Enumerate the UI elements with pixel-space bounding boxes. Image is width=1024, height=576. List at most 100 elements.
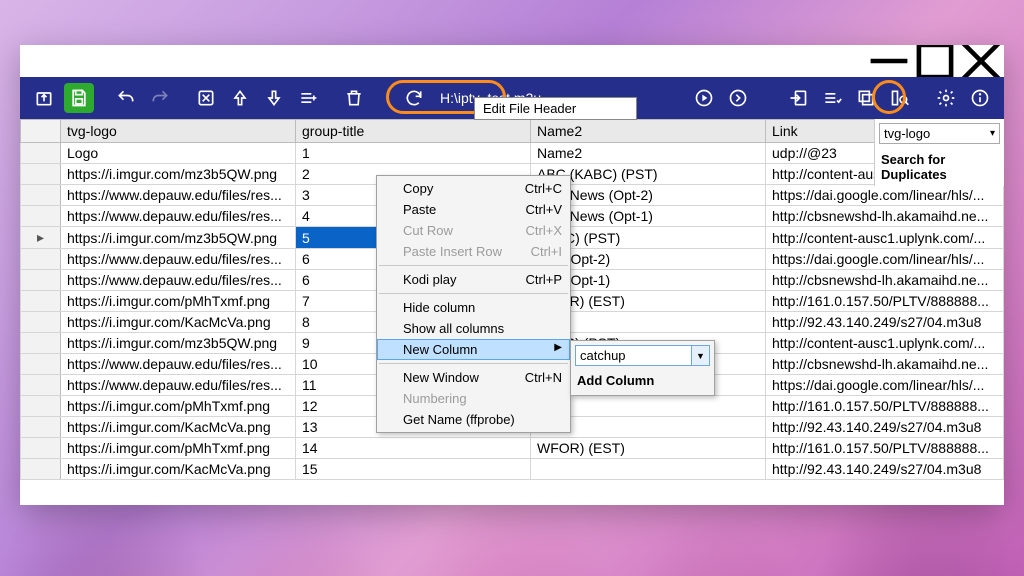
- edit-file-header-tooltip[interactable]: Edit File Header: [474, 97, 637, 120]
- cell-link[interactable]: https://dai.google.com/linear/hls/...: [766, 185, 1004, 206]
- cell-tvglogo[interactable]: https://i.imgur.com/KacMcVa.png: [61, 459, 296, 480]
- row-marker: [21, 143, 61, 164]
- header-row: tvg-logo group-title Name2 Link: [21, 120, 1004, 143]
- close-button[interactable]: [958, 45, 1004, 77]
- cell-link[interactable]: http://161.0.157.50/PLTV/888888...: [766, 396, 1004, 417]
- cell-tvglogo[interactable]: https://i.imgur.com/mz3b5QW.png: [61, 164, 296, 185]
- row-marker: [21, 270, 61, 291]
- add-column-button[interactable]: Add Column: [575, 370, 710, 391]
- col-name2[interactable]: Name2: [531, 120, 766, 143]
- row-marker: [21, 417, 61, 438]
- cell-name2[interactable]: [531, 459, 766, 480]
- play-icon[interactable]: [690, 84, 718, 112]
- dup-column-select[interactable]: tvg-logo: [879, 123, 1000, 144]
- col-grouptitle[interactable]: group-title: [296, 120, 531, 143]
- cell-name2[interactable]: WFOR) (EST): [531, 438, 766, 459]
- row-marker: [21, 396, 61, 417]
- cell-link[interactable]: https://dai.google.com/linear/hls/...: [766, 249, 1004, 270]
- cell-tvglogo[interactable]: https://i.imgur.com/pMhTxmf.png: [61, 438, 296, 459]
- toolbar: H:\iptv_test.m3u Edit File Header: [20, 77, 1004, 119]
- row-marker: ▸: [21, 227, 61, 249]
- ctx-kodi-play[interactable]: Kodi playCtrl+P: [377, 269, 570, 290]
- cell-tvglogo[interactable]: https://www.depauw.edu/files/res...: [61, 375, 296, 396]
- ctx-paste-insert[interactable]: Paste Insert RowCtrl+I: [377, 241, 570, 262]
- move-up-icon[interactable]: [226, 84, 254, 112]
- cell-tvglogo[interactable]: https://i.imgur.com/pMhTxmf.png: [61, 291, 296, 312]
- cell-link[interactable]: http://cbsnewshd-lh.akamaihd.ne...: [766, 354, 1004, 375]
- check-list-icon[interactable]: [818, 84, 846, 112]
- row-marker: [21, 206, 61, 227]
- rowmark-header[interactable]: [21, 120, 61, 143]
- delete-cell-icon[interactable]: [192, 84, 220, 112]
- cell-link[interactable]: http://cbsnewshd-lh.akamaihd.ne...: [766, 270, 1004, 291]
- search-duplicates-button[interactable]: Search for Duplicates: [875, 148, 1004, 186]
- ctx-paste[interactable]: PasteCtrl+V: [377, 199, 570, 220]
- cell-link[interactable]: http://161.0.157.50/PLTV/888888...: [766, 438, 1004, 459]
- move-down-icon[interactable]: [260, 84, 288, 112]
- ctx-new-window[interactable]: New WindowCtrl+N: [377, 367, 570, 388]
- cell-name2[interactable]: Name2: [531, 143, 766, 164]
- row-marker: [21, 459, 61, 480]
- cell-link[interactable]: http://92.43.140.249/s27/04.m3u8: [766, 417, 1004, 438]
- cell-tvglogo[interactable]: https://www.depauw.edu/files/res...: [61, 206, 296, 227]
- cell-tvglogo[interactable]: Logo: [61, 143, 296, 164]
- refresh-icon[interactable]: [400, 84, 428, 112]
- row-marker: [21, 312, 61, 333]
- add-row-icon[interactable]: [294, 84, 322, 112]
- duplicate-icon[interactable]: [852, 84, 880, 112]
- table-row[interactable]: https://i.imgur.com/KacMcVa.png15 http://…: [21, 459, 1004, 480]
- cell-link[interactable]: http://content-ausc1.uplynk.com/...: [766, 227, 1004, 249]
- table-row[interactable]: https://i.imgur.com/pMhTxmf.png14WFOR) (…: [21, 438, 1004, 459]
- cell-link[interactable]: http://cbsnewshd-lh.akamaihd.ne...: [766, 206, 1004, 227]
- cell-tvglogo[interactable]: https://www.depauw.edu/files/res...: [61, 249, 296, 270]
- cell-grouptitle[interactable]: 1: [296, 143, 531, 164]
- cell-tvglogo[interactable]: https://i.imgur.com/KacMcVa.png: [61, 312, 296, 333]
- cell-link[interactable]: https://dai.google.com/linear/hls/...: [766, 375, 1004, 396]
- ctx-hide-column[interactable]: Hide column: [377, 297, 570, 318]
- ctx-numbering[interactable]: Numbering: [377, 388, 570, 409]
- cell-tvglogo[interactable]: https://www.depauw.edu/files/res...: [61, 185, 296, 206]
- info-icon[interactable]: [966, 84, 994, 112]
- cell-link[interactable]: http://92.43.140.249/s27/04.m3u8: [766, 459, 1004, 480]
- search-col-icon[interactable]: [886, 84, 914, 112]
- cell-tvglogo[interactable]: https://i.imgur.com/pMhTxmf.png: [61, 396, 296, 417]
- table-row[interactable]: Logo1Name2udp://@23: [21, 143, 1004, 164]
- cell-tvglogo[interactable]: https://i.imgur.com/mz3b5QW.png: [61, 227, 296, 249]
- minimize-button[interactable]: [866, 45, 912, 77]
- ctx-cut-row[interactable]: Cut RowCtrl+X: [377, 220, 570, 241]
- side-panel: tvg-logo Search for Duplicates: [874, 119, 1004, 186]
- redo-icon[interactable]: [146, 84, 174, 112]
- cell-tvglogo[interactable]: https://www.depauw.edu/files/res...: [61, 270, 296, 291]
- row-marker: [21, 333, 61, 354]
- cell-tvglogo[interactable]: https://i.imgur.com/KacMcVa.png: [61, 417, 296, 438]
- row-marker: [21, 291, 61, 312]
- cell-tvglogo[interactable]: https://www.depauw.edu/files/res...: [61, 354, 296, 375]
- undo-icon[interactable]: [112, 84, 140, 112]
- cell-grouptitle[interactable]: 15: [296, 459, 531, 480]
- trash-icon[interactable]: [340, 84, 368, 112]
- open-file-icon[interactable]: [30, 84, 58, 112]
- context-menu: CopyCtrl+C PasteCtrl+V Cut RowCtrl+X Pas…: [376, 175, 571, 433]
- next-icon[interactable]: [724, 84, 752, 112]
- row-marker: [21, 249, 61, 270]
- import-icon[interactable]: [784, 84, 812, 112]
- row-marker: [21, 438, 61, 459]
- cell-link[interactable]: http://content-ausc1.uplynk.com/...: [766, 333, 1004, 354]
- ctx-new-column[interactable]: New Column▶: [377, 339, 570, 360]
- cell-link[interactable]: http://161.0.157.50/PLTV/888888...: [766, 291, 1004, 312]
- cell-grouptitle[interactable]: 14: [296, 438, 531, 459]
- settings-icon[interactable]: [932, 84, 960, 112]
- new-column-dropdown[interactable]: ▼: [692, 345, 710, 366]
- new-column-input[interactable]: [575, 345, 692, 366]
- row-marker: [21, 164, 61, 185]
- col-tvglogo[interactable]: tvg-logo: [61, 120, 296, 143]
- ctx-get-name[interactable]: Get Name (ffprobe): [377, 409, 570, 430]
- ctx-copy[interactable]: CopyCtrl+C: [377, 178, 570, 199]
- save-icon[interactable]: [64, 83, 94, 113]
- row-marker: [21, 375, 61, 396]
- ctx-show-all[interactable]: Show all columns: [377, 318, 570, 339]
- cell-link[interactable]: http://92.43.140.249/s27/04.m3u8: [766, 312, 1004, 333]
- maximize-button[interactable]: [912, 45, 958, 77]
- new-column-submenu: ▼ Add Column: [570, 340, 715, 396]
- cell-tvglogo[interactable]: https://i.imgur.com/mz3b5QW.png: [61, 333, 296, 354]
